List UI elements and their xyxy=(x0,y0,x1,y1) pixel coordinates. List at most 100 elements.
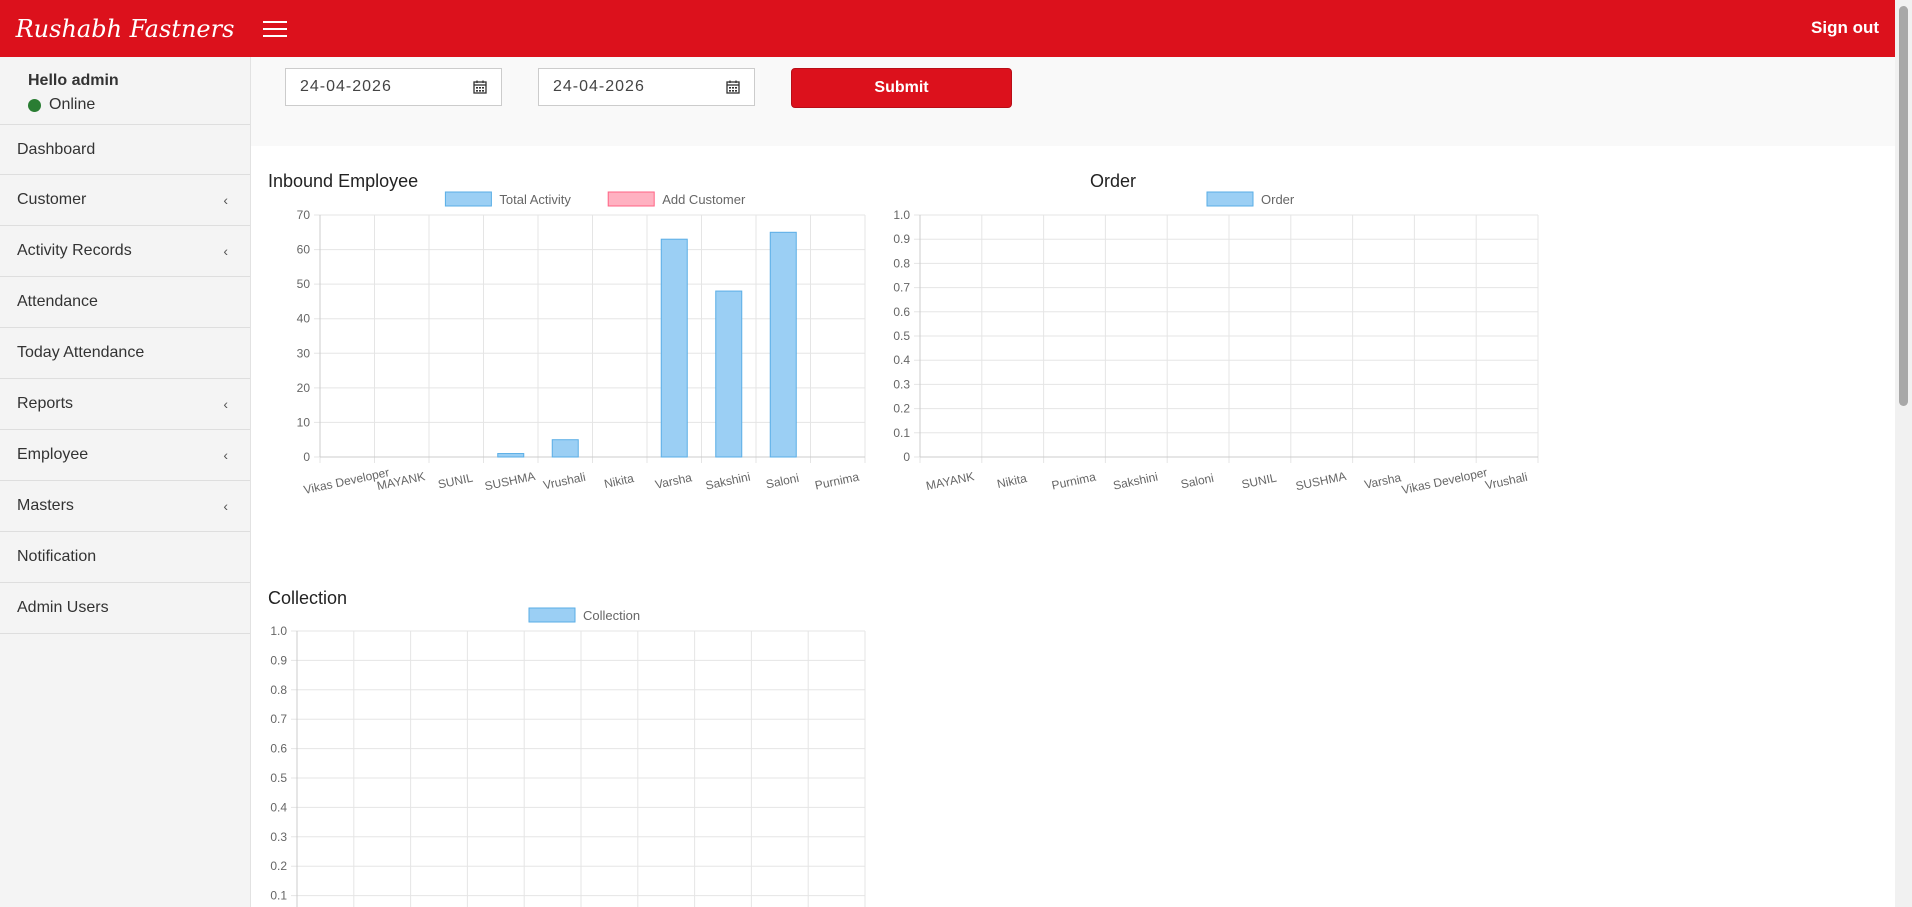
y-tick-label: 0.7 xyxy=(893,281,910,295)
sidebar-item-label: Today Attendance xyxy=(17,344,145,361)
x-tick-label: Nikita xyxy=(996,471,1029,491)
y-tick-label: 0.5 xyxy=(270,771,287,785)
to-date-value: 24-04-2026 xyxy=(553,78,645,95)
sidebar-item-label: Attendance xyxy=(17,293,98,310)
page-scrollbar[interactable] xyxy=(1895,0,1912,907)
from-date-value: 24-04-2026 xyxy=(300,78,392,95)
charts-canvas: Total Activity Add Customer 0 10 20 30 40 50 60 7… xyxy=(270,191,1539,907)
y-tick-label: 0.1 xyxy=(270,889,287,903)
y-tick-label: 0.1 xyxy=(893,426,910,440)
main-content: 24-04-2026 24-04-2026 Submit Inbound Emp… xyxy=(251,57,1895,907)
legend-label: Total Activity xyxy=(499,192,571,207)
y-tick-label: 0.6 xyxy=(270,742,287,756)
y-tick-label: 1.0 xyxy=(893,208,910,222)
sidebar-item-reports[interactable]: Reports ‹ xyxy=(0,379,250,430)
x-tick-label: Vrushali xyxy=(542,470,587,493)
bar-vrushali xyxy=(551,439,579,458)
y-tick-label: 40 xyxy=(297,312,311,326)
y-tick-label: 0.9 xyxy=(893,232,910,246)
bar-varsha xyxy=(660,238,688,458)
legend-label: Add Customer xyxy=(662,192,746,207)
sidebar-item-label: Activity Records xyxy=(17,242,132,259)
submit-button[interactable]: Submit xyxy=(791,68,1012,108)
sidebar-item-label: Employee xyxy=(17,446,89,463)
sidebar-item-label: Reports xyxy=(17,395,74,412)
bar-sushma xyxy=(497,453,525,458)
sidebar-item-today-attendance[interactable]: Today Attendance xyxy=(0,328,250,379)
sidebar-item-label: Customer xyxy=(17,191,87,208)
x-tick-label: MAYANK xyxy=(925,469,976,493)
sidebar-item-notification[interactable]: Notification xyxy=(0,532,250,583)
hamburger-icon[interactable] xyxy=(263,17,287,39)
y-tick-label: 0.4 xyxy=(893,353,910,367)
y-tick-label: 0.3 xyxy=(893,377,910,391)
x-tick-label: SUSHMA xyxy=(483,469,536,493)
x-tick-label: Varsha xyxy=(654,470,694,491)
sidebar-item-customer[interactable]: Customer ‹ xyxy=(0,175,250,226)
chevron-left-icon: ‹ xyxy=(223,243,228,259)
y-tick-label: 0.9 xyxy=(270,653,287,667)
y-tick-label: 60 xyxy=(297,243,311,257)
y-tick-label: 30 xyxy=(297,346,311,360)
sidebar-item-dashboard[interactable]: Dashboard xyxy=(0,124,250,175)
sign-out-link[interactable]: Sign out xyxy=(1811,18,1879,38)
legend-label: Collection xyxy=(583,608,640,623)
calendar-icon[interactable] xyxy=(473,80,487,94)
legend-label: Order xyxy=(1261,192,1295,207)
y-tick-label: 1.0 xyxy=(270,624,287,638)
chevron-left-icon: ‹ xyxy=(223,447,228,463)
x-tick-label: SUSHMA xyxy=(1294,469,1347,493)
x-tick-label: SUNIL xyxy=(1240,470,1278,491)
chevron-left-icon: ‹ xyxy=(223,498,228,514)
sidebar-item-masters[interactable]: Masters ‹ xyxy=(0,481,250,532)
y-tick-label: 0.8 xyxy=(270,683,287,697)
x-tick-label: Sakshini xyxy=(704,470,751,493)
y-tick-label: 0.2 xyxy=(270,859,287,873)
y-tick-label: 70 xyxy=(297,208,311,222)
to-date-input[interactable]: 24-04-2026 xyxy=(538,68,755,106)
y-tick-label: 10 xyxy=(297,415,311,429)
dashboard-charts: Inbound Employee Order Collection Total … xyxy=(251,146,1895,907)
y-tick-label: 0.4 xyxy=(270,800,287,814)
y-tick-label: 20 xyxy=(297,381,311,395)
y-tick-label: 0 xyxy=(303,450,310,464)
sidebar-item-activity-records[interactable]: Activity Records ‹ xyxy=(0,226,250,277)
x-tick-label: Vrushali xyxy=(1484,470,1529,493)
user-panel: Hello admin Online xyxy=(0,57,250,124)
status-label: Online xyxy=(49,96,96,113)
sidebar-item-attendance[interactable]: Attendance xyxy=(0,277,250,328)
x-tick-label: Purnima xyxy=(814,470,861,493)
legend-swatch-0 xyxy=(444,191,492,207)
y-tick-label: 0.7 xyxy=(270,712,287,726)
x-tick-label: Nikita xyxy=(603,471,636,491)
date-filter-bar: 24-04-2026 24-04-2026 Submit xyxy=(251,57,1895,146)
sidebar-item-admin-users[interactable]: Admin Users xyxy=(0,583,250,634)
x-tick-label: Vikas Developer xyxy=(1400,465,1488,497)
legend-swatch-0 xyxy=(1206,191,1254,207)
x-tick-label: Saloni xyxy=(1179,471,1215,492)
from-date-input[interactable]: 24-04-2026 xyxy=(285,68,502,106)
x-tick-label: Saloni xyxy=(765,471,801,492)
legend-swatch-0 xyxy=(528,607,576,623)
y-tick-label: 0.2 xyxy=(893,402,910,416)
y-tick-label: 0.5 xyxy=(893,329,910,343)
bar-saloni xyxy=(769,231,797,458)
calendar-icon[interactable] xyxy=(726,80,740,94)
user-status: Online xyxy=(28,96,250,114)
y-tick-label: 0 xyxy=(903,450,910,464)
y-tick-label: 0.6 xyxy=(893,305,910,319)
sidebar-item-label: Admin Users xyxy=(17,599,109,616)
y-tick-label: 0.8 xyxy=(893,256,910,270)
sidebar-item-label: Masters xyxy=(17,497,74,514)
user-greeting: Hello admin xyxy=(28,72,119,89)
sidebar-item-label: Notification xyxy=(17,548,97,565)
brand-logo[interactable]: Rushabh Fastners xyxy=(0,0,250,57)
chevron-left-icon: ‹ xyxy=(223,396,228,412)
scrollbar-thumb[interactable] xyxy=(1899,6,1908,406)
y-tick-label: 50 xyxy=(297,277,311,291)
x-tick-label: Varsha xyxy=(1363,470,1403,491)
sidebar-item-employee[interactable]: Employee ‹ xyxy=(0,430,250,481)
y-tick-label: 0.3 xyxy=(270,830,287,844)
sidebar-item-label: Dashboard xyxy=(17,140,96,158)
bar-sakshini xyxy=(715,290,743,458)
